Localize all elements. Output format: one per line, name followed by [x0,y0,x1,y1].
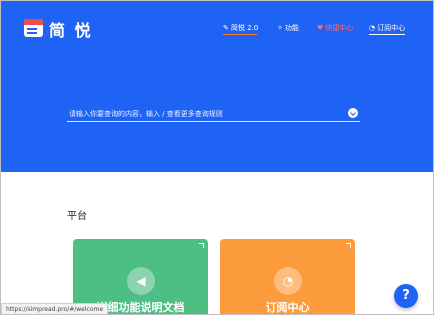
nav-underline [369,34,405,35]
nav-item-features[interactable]: ✧ 功能 [277,23,299,33]
expand-icon [346,243,351,248]
chevron-down-icon[interactable] [348,108,358,118]
rss-icon: ◔ [274,267,302,295]
rss-icon: ◔ [369,24,376,32]
brand-name[interactable]: 简 悦 [49,17,93,41]
megaphone-icon: ◀ [127,267,155,295]
rocket-icon: ✎ [223,24,229,32]
search-input[interactable]: 请输入你要查询的内容，输入 / 查看更多查询规则 [69,109,223,119]
browser-viewport: 简 悦 ✎ 简悦 2.0 ✧ 功能 ♥ 快捷中心 ◔ 订阅中心 请输入你要查询的内容，输… [0,0,434,315]
help-button[interactable]: ? [394,284,418,308]
nav-label: 简悦 2.0 [230,24,259,32]
heart-icon: ♥ [317,24,324,32]
search-field[interactable]: 请输入你要查询的内容，输入 / 查看更多查询规则 [67,107,360,122]
nav-item-simpread-2[interactable]: ✎ 简悦 2.0 [223,23,259,35]
card-subscription[interactable]: ◔ 订阅中心 [220,239,355,314]
logo-icon[interactable] [24,19,43,37]
section-title: 平台 [67,211,87,222]
sparkle-icon: ✧ [277,24,283,32]
nav-item-quick-center[interactable]: ♥ 快捷中心 [317,23,353,33]
card-label: 订阅中心 [265,301,310,314]
nav-label: 快捷中心 [325,24,354,32]
hero-banner: 简 悦 ✎ 简悦 2.0 ✧ 功能 ♥ 快捷中心 ◔ 订阅中心 请输入你要查询的内容，输… [1,1,433,172]
expand-icon [199,243,204,248]
nav-item-subscription-center[interactable]: ◔ 订阅中心 [369,23,406,35]
nav-label: 订阅中心 [377,24,406,32]
status-url: https://simpread.pro/#/welcome [1,303,109,314]
nav-underline [223,34,257,35]
nav-label: 功能 [284,24,299,32]
